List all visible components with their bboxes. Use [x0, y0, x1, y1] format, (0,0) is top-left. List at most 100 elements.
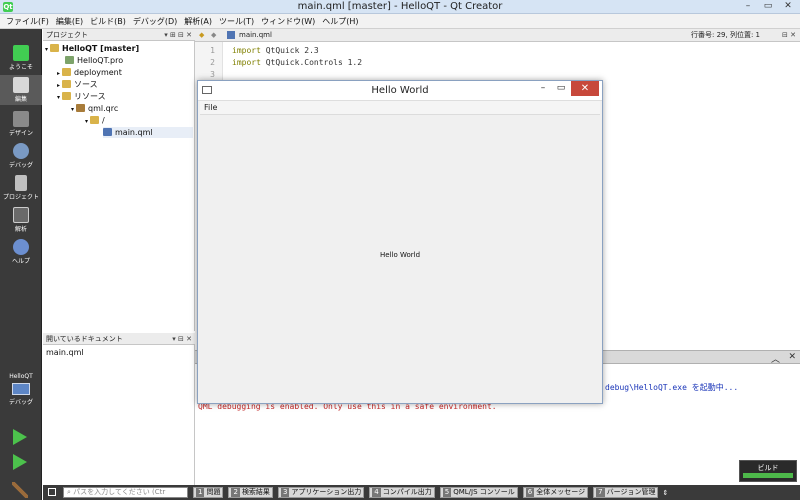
project-panel-header: プロジェクト ▾ ⊞ ⊟ ✕ — [43, 29, 195, 41]
cursor-position: 行番号: 29, 列位置: 1 — [691, 31, 760, 39]
panel-tools-icon[interactable]: ▾ ⊞ ⊟ ✕ — [164, 29, 192, 41]
more-tabs-icon[interactable]: ⇕ — [662, 489, 668, 497]
locator-input[interactable]: ⌕ パスを入力してください (Ctr — [63, 487, 188, 498]
tree-item-qrc[interactable]: ▾ qml.qrc — [71, 103, 118, 114]
panel-tools-icon[interactable]: ▾ ⊟ ✕ — [172, 333, 192, 345]
tree-item-label: ソース — [74, 80, 98, 89]
tree-item-resources[interactable]: ▾ リソース — [57, 91, 106, 102]
line-number: 3 — [210, 70, 215, 79]
qml-file-icon — [103, 128, 112, 136]
dialog-menu-file[interactable]: File — [204, 103, 217, 112]
mode-welcome[interactable]: ようこそ — [0, 43, 42, 73]
open-doc-item[interactable]: main.qml — [46, 347, 84, 358]
menu-window[interactable]: ウィンドウ(W) — [261, 16, 315, 27]
menu-help[interactable]: ヘルプ(H) — [322, 16, 358, 27]
menu-file[interactable]: ファイル(F) — [6, 16, 49, 27]
qt-logo-icon — [13, 45, 29, 61]
mode-label: デバッグ — [8, 162, 33, 169]
open-docs-list: main.qml — [43, 345, 195, 485]
tab-general-messages[interactable]: 6 全体メッセージ — [522, 487, 589, 498]
dialog-minimize-button[interactable]: – — [536, 83, 550, 93]
pro-file-icon — [65, 56, 74, 64]
tab-issues[interactable]: 1 問題 — [193, 487, 224, 498]
tree-item-sources[interactable]: ▸ ソース — [57, 79, 98, 90]
split-close-icon[interactable]: ⊟ ✕ — [782, 29, 796, 42]
tree-item-pro-file[interactable]: HelloQT.pro — [65, 55, 123, 66]
folder-icon — [62, 80, 72, 88]
mode-label: ヘルプ — [11, 258, 30, 265]
menu-build[interactable]: ビルド(B) — [90, 16, 126, 27]
line-number: 2 — [210, 58, 215, 67]
tree-item-label: / — [102, 116, 105, 125]
tab-compile-output[interactable]: 4 コンパイル出力 — [369, 487, 435, 498]
tab-qml-console[interactable]: 5 QML/JS コンソール — [439, 487, 518, 498]
close-button[interactable]: ✕ — [778, 0, 798, 13]
dialog-menu-bar: File — [200, 101, 600, 115]
mode-design[interactable]: デザイン — [0, 109, 42, 139]
collapse-arrow-icon[interactable]: ▸ — [57, 82, 60, 89]
editor-toolbar: ◆ ◆ main.qml 行番号: 29, 列位置: 1 ⊟ ✕ — [195, 29, 800, 42]
tree-item-label: deployment — [74, 68, 122, 77]
mode-analyze[interactable]: 解析 — [0, 205, 42, 235]
window-title: main.qml [master] - HelloQT - Qt Creator — [297, 1, 503, 12]
build-hammer-icon[interactable] — [12, 482, 28, 498]
tree-item-project[interactable]: ▾ HelloQT [master] — [45, 43, 139, 54]
menu-edit[interactable]: 編集(E) — [56, 16, 83, 27]
mode-label: 解析 — [14, 226, 27, 233]
menu-bar: ファイル(F) 編集(E) ビルド(B) デバッグ(D) 解析(A) ツール(T… — [0, 14, 800, 29]
help-icon — [13, 239, 29, 255]
expand-arrow-icon[interactable]: ▾ — [57, 94, 60, 101]
expand-arrow-icon[interactable]: ▾ — [45, 46, 48, 53]
tree-item-deployment[interactable]: ▸ deployment — [57, 67, 122, 78]
folder-icon — [62, 68, 72, 76]
qml-file-icon — [227, 31, 235, 39]
mode-debug[interactable]: デバッグ — [0, 141, 42, 171]
editor-file-tab[interactable]: main.qml — [239, 29, 272, 42]
line-number: 1 — [210, 46, 215, 55]
tab-search-results[interactable]: 2 検索結果 — [228, 487, 273, 498]
tab-version-control[interactable]: 7 バージョン管理 — [593, 487, 659, 498]
tree-item-main-qml[interactable]: main.qml — [103, 127, 193, 138]
mode-label: ようこそ — [8, 64, 33, 71]
tab-app-output[interactable]: 3 アプリケーション出力 — [277, 487, 365, 498]
collapse-arrow-icon[interactable]: ▸ — [57, 70, 60, 77]
dialog-titlebar: Hello World – ▭ ✕ — [198, 81, 602, 101]
folder-icon — [50, 44, 60, 52]
menu-analyze[interactable]: 解析(A) — [184, 16, 212, 27]
expand-arrow-icon[interactable]: ▾ — [85, 118, 88, 125]
sidebar-toggle-icon[interactable] — [48, 488, 56, 496]
mode-edit[interactable]: 編集 — [0, 75, 42, 105]
nav-forward-icon[interactable]: ◆ — [211, 29, 216, 42]
tree-item-root-prefix[interactable]: ▾ / — [85, 115, 105, 126]
hello-world-label: Hello World — [379, 251, 421, 259]
edit-icon — [13, 77, 29, 93]
mode-help[interactable]: ヘルプ — [0, 237, 42, 267]
qrc-file-icon — [76, 104, 86, 112]
minimize-button[interactable]: – — [738, 0, 758, 13]
build-progress: ビルド — [739, 460, 797, 482]
monitor-icon — [12, 383, 30, 395]
mode-label: プロジェクト — [2, 194, 39, 201]
mode-projects[interactable]: プロジェクト — [0, 173, 42, 203]
nav-back-icon[interactable]: ◆ — [199, 29, 204, 42]
tree-item-label: qml.qrc — [88, 104, 119, 113]
dialog-maximize-button[interactable]: ▭ — [554, 83, 568, 93]
code-line: import QtQuick 2.3 — [232, 46, 319, 55]
menu-tools[interactable]: ツール(T) — [219, 16, 254, 27]
close-pane-icon[interactable]: ✕ — [788, 352, 796, 362]
kit-mode: デバッグ — [8, 399, 33, 406]
project-panel-title: プロジェクト — [46, 31, 88, 39]
menu-debug[interactable]: デバッグ(D) — [133, 16, 177, 27]
run-icon[interactable] — [13, 429, 27, 445]
maximize-button[interactable]: ▭ — [758, 0, 778, 13]
dialog-close-button[interactable]: ✕ — [571, 81, 599, 96]
debug-run-icon[interactable] — [13, 454, 27, 470]
tree-item-label: HelloQT [master] — [62, 44, 140, 53]
analyze-icon — [13, 207, 29, 223]
mode-label: デザイン — [8, 130, 33, 137]
output-line-starting: debug\HelloQT.exe を起動中... — [605, 383, 739, 392]
tree-item-label: HelloQT.pro — [77, 56, 124, 65]
folder-icon — [62, 92, 72, 100]
expand-arrow-icon[interactable]: ▾ — [71, 106, 74, 113]
kit-selector[interactable]: HelloQT デバッグ — [0, 373, 42, 406]
